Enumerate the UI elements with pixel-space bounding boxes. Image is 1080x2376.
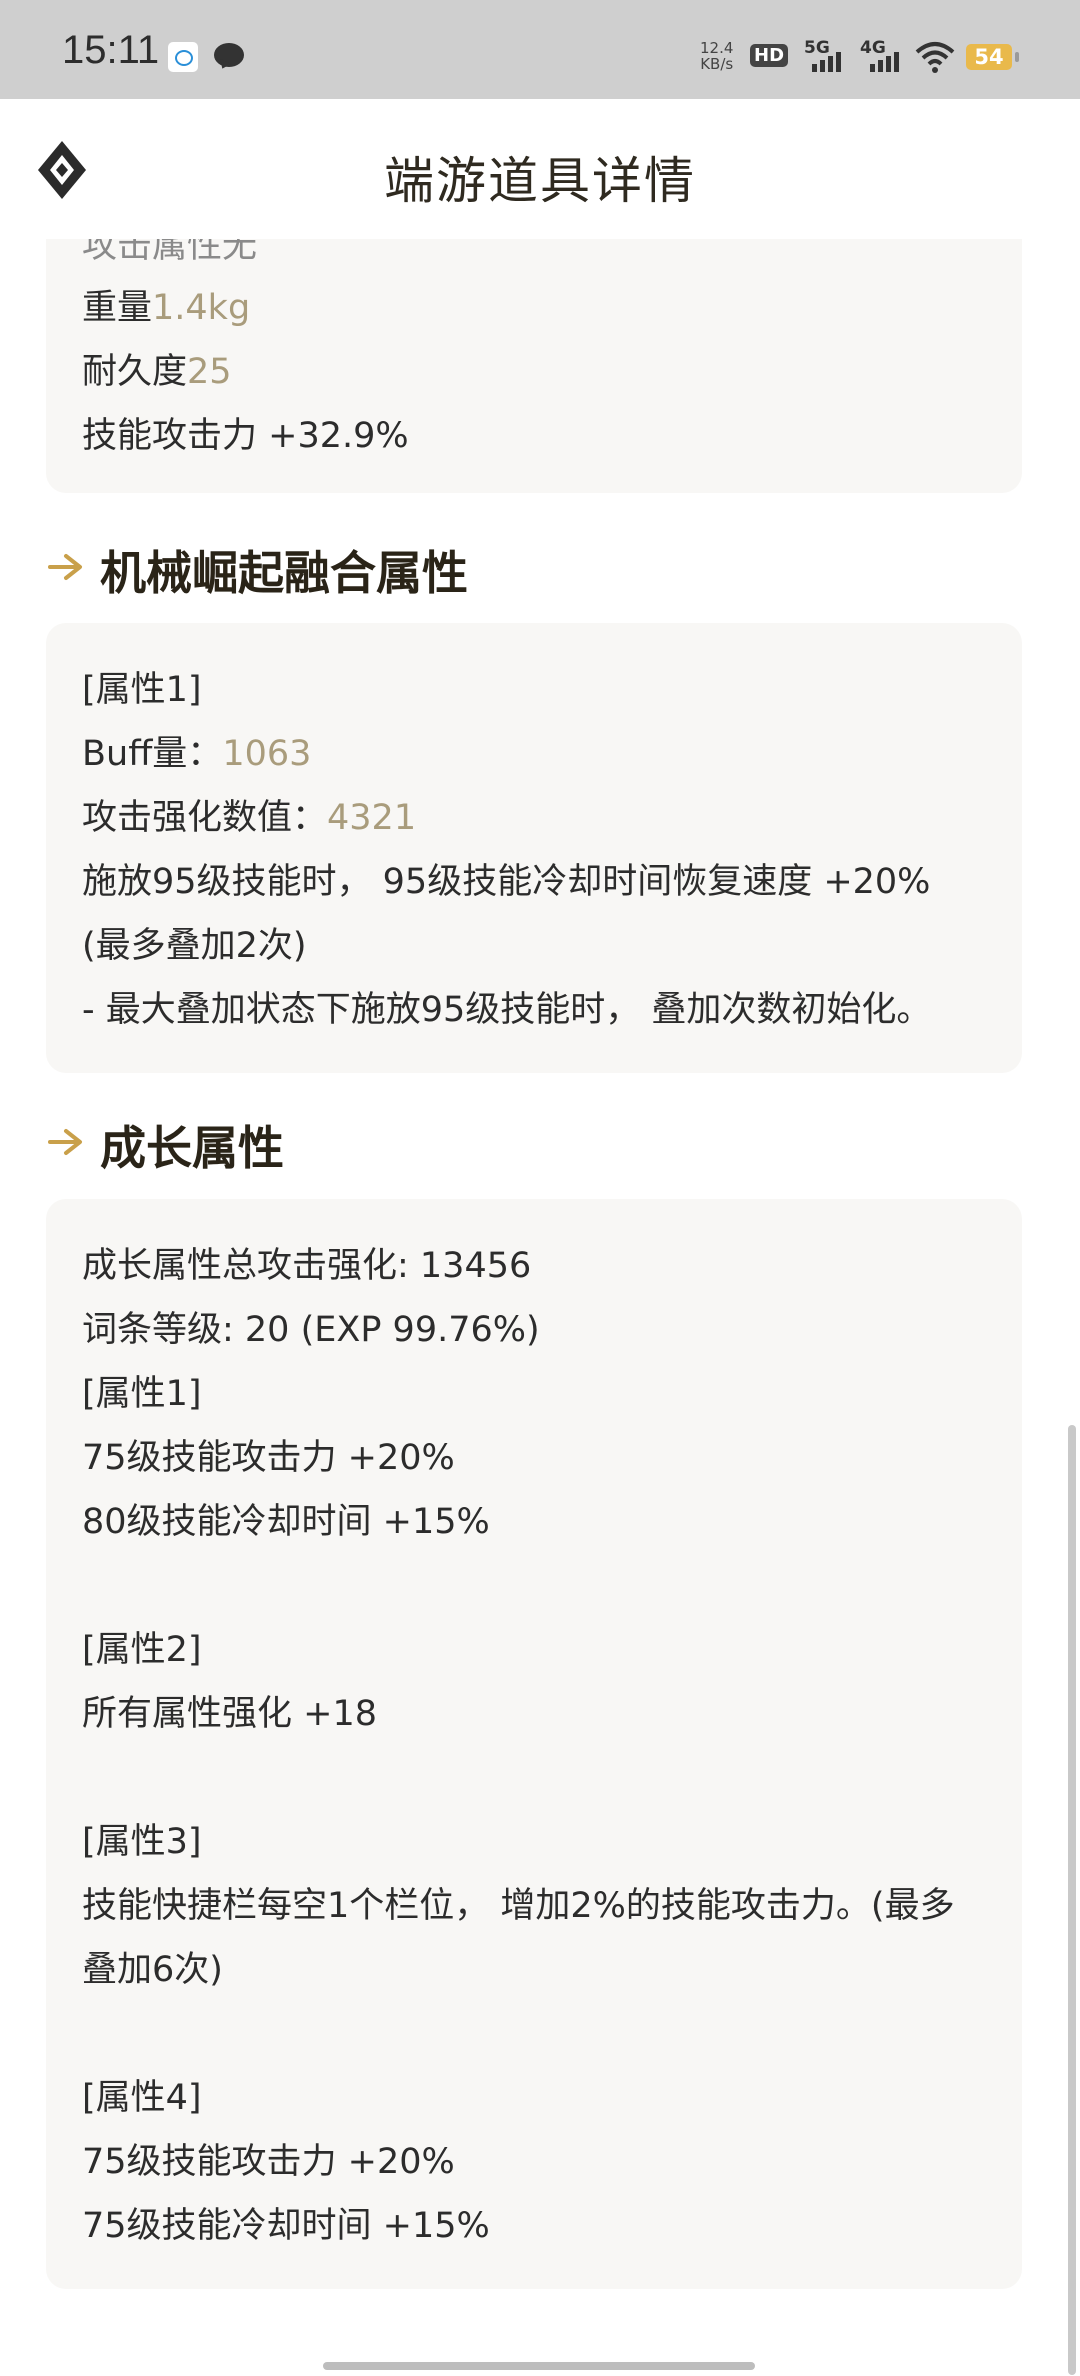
growth-line: 技能快捷栏每空1个栏位， 增加2%的技能攻击力。(最多 — [82, 1886, 955, 1926]
growth-attributes-card: 成长属性总攻击强化: 13456 词条等级: 20 (EXP 99.76%) [… — [46, 1199, 1022, 2289]
growth-line: 词条等级: 20 (EXP 99.76%) — [82, 1310, 540, 1350]
section-arrow-icon — [48, 1129, 82, 1155]
growth-line: 75级技能攻击力 +20% — [82, 1438, 455, 1478]
growth-line: 75级技能攻击力 +20% — [82, 2142, 455, 2182]
durability-value: 25 — [187, 352, 232, 392]
basic-attributes-card: 攻击属性无 重量1.4kg 耐久度25 技能攻击力 +32.9% — [46, 239, 1022, 493]
buff-label: Buff量： — [82, 734, 223, 774]
fusion-reset-line: - 最大叠加状态下施放95级技能时， 叠加次数初始化。 — [82, 990, 932, 1030]
fusion-effect-line: 施放95级技能时， 95级技能冷却时间恢复速度 +20% — [82, 862, 931, 902]
growth-line: 所有属性强化 +18 — [82, 1694, 377, 1734]
weight-line: 重量1.4kg — [82, 279, 250, 330]
sim1-network-type: 5G — [804, 38, 830, 58]
growth-section-title: 成长属性 — [100, 1121, 284, 1175]
durability-line: 耐久度25 — [82, 343, 232, 394]
network-speed-unit: KB/s — [700, 55, 734, 73]
durability-label: 耐久度 — [82, 352, 188, 392]
scrollbar[interactable] — [1068, 1425, 1076, 2375]
growth-line: [属性2] — [82, 1630, 202, 1670]
hd-voice-icon: HD — [750, 44, 789, 67]
growth-line: 叠加6次) — [82, 1950, 223, 1990]
home-indicator[interactable] — [323, 2362, 755, 2370]
app-header: 端游道具详情 — [0, 99, 1080, 239]
growth-line: 75级技能冷却时间 +15% — [82, 2206, 490, 2246]
weight-value: 1.4kg — [152, 288, 251, 328]
qq-notification-icon — [168, 42, 198, 72]
attack-enhance-label: 攻击强化数值： — [82, 798, 328, 838]
buff-value: 1063 — [222, 734, 312, 774]
growth-line: [属性3] — [82, 1822, 202, 1862]
growth-line: 成长属性总攻击强化: 13456 — [82, 1246, 532, 1286]
page-title: 端游道具详情 — [384, 152, 696, 210]
growth-line: [属性1] — [82, 1374, 202, 1414]
sim2-network-type: 4G — [860, 38, 886, 58]
item-detail-content[interactable]: 攻击属性无 重量1.4kg 耐久度25 技能攻击力 +32.9% 机械崛起融合属… — [0, 239, 1080, 2376]
skill-attack-line: 技能攻击力 +32.9% — [82, 416, 409, 456]
fusion-attributes-card: [属性1] Buff量：1063 攻击强化数值：4321 施放95级技能时， 9… — [46, 623, 1022, 1073]
attack-enhance-value: 4321 — [327, 798, 417, 838]
battery-icon: 54 — [966, 44, 1019, 70]
status-bar: 15:11 12.4 KB/s HD 5G 4G 54 — [0, 0, 1080, 99]
weight-label: 重量 — [82, 288, 153, 328]
status-time: 15:11 — [62, 28, 160, 72]
section-arrow-icon — [48, 554, 82, 580]
attack-attribute-line: 攻击属性无 — [82, 239, 258, 266]
wifi-icon — [915, 42, 955, 73]
attack-enhance-line: 攻击强化数值：4321 — [82, 789, 416, 840]
network-speed: 12.4 KB/s — [700, 40, 733, 72]
message-notification-icon — [214, 43, 244, 67]
growth-line: 80级技能冷却时间 +15% — [82, 1502, 490, 1542]
network-speed-value: 12.4 — [700, 39, 734, 57]
buff-line: Buff量：1063 — [82, 725, 311, 776]
fusion-section-title: 机械崛起融合属性 — [100, 546, 468, 600]
growth-line: [属性4] — [82, 2078, 202, 2118]
fusion-attr-label: [属性1] — [82, 670, 202, 710]
fusion-stack-line: (最多叠加2次) — [82, 926, 307, 966]
